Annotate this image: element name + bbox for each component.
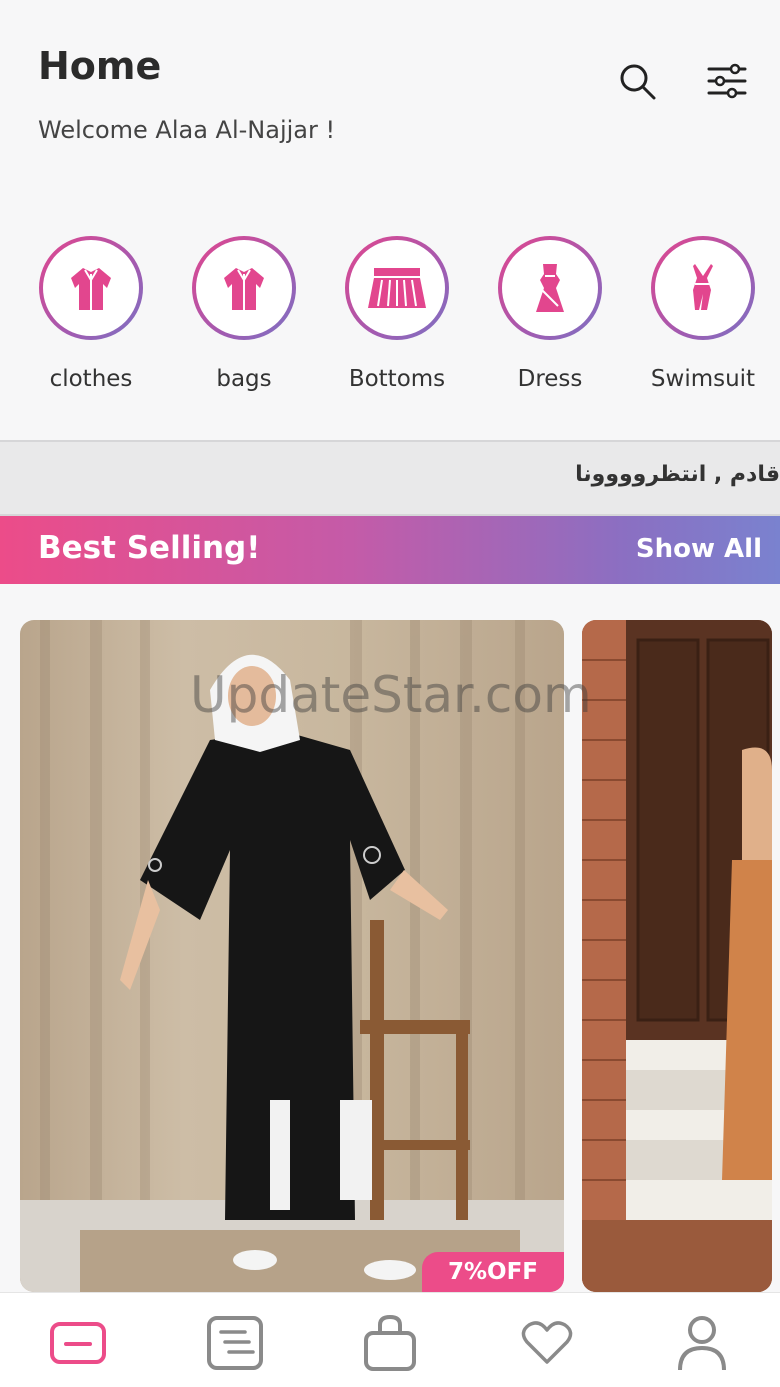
watermark: UpdateStar.com — [190, 666, 592, 724]
nav-orders[interactable] — [203, 1311, 267, 1375]
product-card[interactable] — [582, 620, 772, 1292]
category-ring — [192, 236, 296, 340]
best-selling-bar: Best Selling! Show All — [0, 516, 780, 584]
category-label: bags — [216, 366, 272, 392]
robe-icon — [71, 268, 111, 310]
sliders-icon — [707, 63, 747, 99]
category-bags[interactable]: bags — [169, 236, 319, 392]
ticker-text: قادم , انتظروووونا — [575, 462, 780, 487]
category-ring — [39, 236, 143, 340]
announcement-ticker: قادم , انتظروووونا — [0, 440, 780, 516]
list-icon — [207, 1316, 263, 1370]
category-label: Bottoms — [348, 366, 446, 392]
header: Home Welcome Alaa Al-Najjar ! — [0, 0, 780, 200]
nav-cart[interactable] — [358, 1311, 422, 1375]
page-title: Home — [38, 44, 162, 88]
skirt-icon — [368, 268, 426, 308]
home-icon — [50, 1322, 106, 1364]
filter-button[interactable] — [702, 56, 752, 106]
user-icon — [678, 1316, 726, 1371]
swimsuit-icon — [693, 264, 713, 310]
section-title: Best Selling! — [38, 530, 261, 566]
bottom-navigation — [0, 1292, 780, 1387]
shopping-bag-icon — [364, 1314, 416, 1371]
category-list: clothes bags Bottoms Dress Swimsuit — [0, 236, 780, 416]
dress-icon — [536, 264, 564, 312]
search-button[interactable] — [612, 56, 662, 106]
category-label: clothes — [49, 366, 133, 392]
category-swimsuit[interactable]: Swimsuit — [628, 236, 778, 392]
discount-badge: 7%OFF — [422, 1252, 564, 1292]
welcome-message: Welcome Alaa Al-Najjar ! — [38, 116, 336, 144]
category-dress[interactable]: Dress — [475, 236, 625, 392]
show-all-button[interactable]: Show All — [636, 534, 762, 564]
nav-profile[interactable] — [670, 1311, 734, 1375]
heart-icon — [521, 1321, 573, 1364]
category-label: Swimsuit — [650, 366, 756, 392]
nav-favorites[interactable] — [515, 1311, 579, 1375]
search-icon — [620, 64, 656, 100]
category-bottoms[interactable]: Bottoms — [322, 236, 472, 392]
robe-icon — [224, 268, 264, 310]
category-ring — [651, 236, 755, 340]
category-clothes[interactable]: clothes — [16, 236, 166, 392]
category-ring — [498, 236, 602, 340]
product-image — [582, 620, 772, 1292]
nav-home[interactable] — [46, 1311, 110, 1375]
category-label: Dress — [517, 366, 583, 392]
category-ring — [345, 236, 449, 340]
